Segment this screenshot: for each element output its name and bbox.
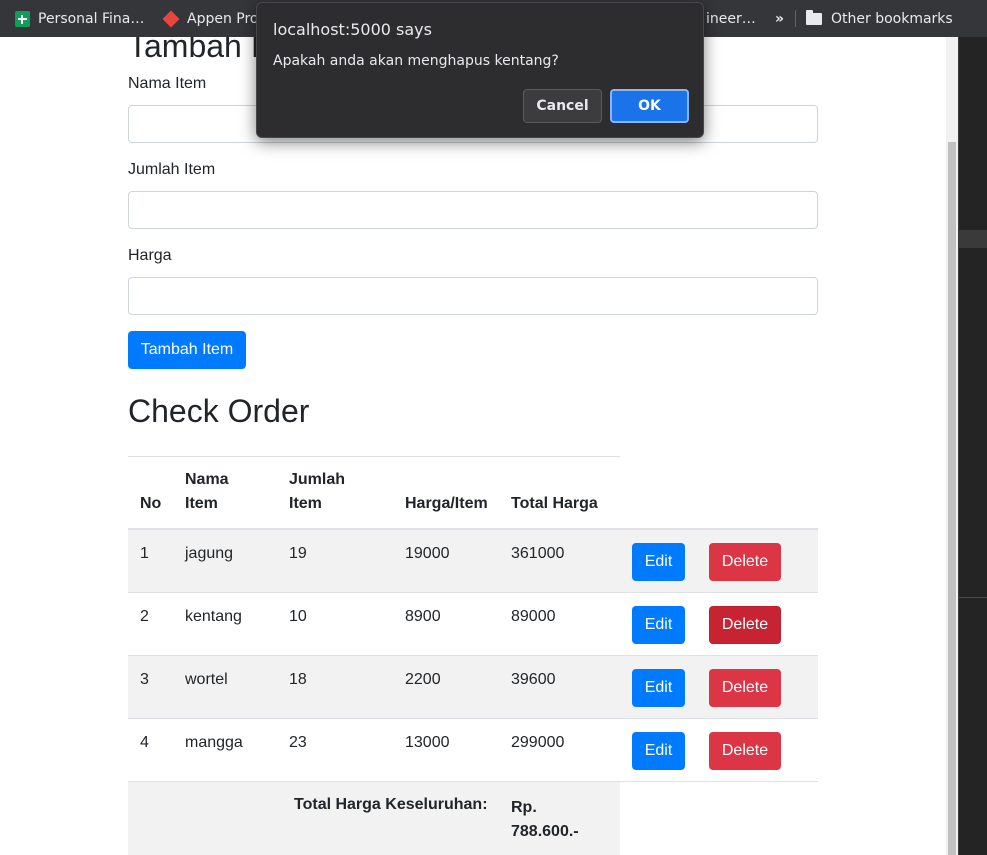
confirm-dialog: localhost:5000 says Apakah anda akan men… [256,2,704,138]
bookmark-label: Personal Fina… [38,10,145,27]
table-row: 4 mangga 23 13000 299000 Edit Delete [128,719,818,782]
table-row: 3 wortel 18 2200 39600 Edit Delete [128,656,818,719]
cell-harga: 8900 [405,608,441,625]
bookmark-label: ineer… [706,10,756,27]
header-total-harga: Total Harga [511,495,598,512]
cell-nama: mangga [185,734,243,751]
page-scrollbar[interactable] [946,37,958,855]
dialog-ok-button[interactable]: OK [610,89,689,123]
header-jumlah-line2: Item [289,495,322,512]
table-row: 1 jagung 19 19000 361000 Edit Delete [128,530,818,593]
page-content: Tambah I Nama Item Jumlah Item Harga Tam… [0,37,946,855]
bookmark-personal-finance[interactable]: Personal Fina… [15,0,144,37]
sheets-icon [15,10,30,27]
header-nama-line1: Nama [185,471,229,488]
grand-total-row: Total Harga Keseluruhan: Rp. 788.600.- [128,782,620,855]
cell-nama: jagung [185,545,234,562]
devtools-strip [959,230,987,248]
jumlah-item-label: Jumlah Item [128,161,216,178]
jumlah-item-input[interactable] [128,191,818,229]
appen-icon [162,10,180,27]
harga-input[interactable] [128,277,818,315]
cell-total: 39600 [511,671,556,688]
grand-total-amount: 788.600.- [511,823,579,840]
cell-no: 3 [140,671,149,688]
dialog-message: Apakah anda akan menghapus kentang? [273,53,559,69]
edit-button[interactable]: Edit [632,669,685,707]
header-jumlah-line1: Jumlah [289,471,346,488]
header-no: No [140,495,162,512]
chevron-double-right-icon: » [775,10,785,27]
header-harga-item: Harga/Item [405,495,488,512]
cell-jumlah: 19 [289,545,307,562]
bookmark-label: Appen Pro [187,10,259,27]
delete-button[interactable]: Delete [709,543,781,581]
dialog-cancel-button[interactable]: Cancel [523,89,602,123]
edit-button[interactable]: Edit [632,543,685,581]
dialog-title: localhost:5000 says [273,20,432,39]
devtools-divider [959,597,987,598]
header-nama-line2: Item [185,495,218,512]
delete-button[interactable]: Delete [709,669,781,707]
cell-no: 1 [140,545,149,562]
cell-harga: 2200 [405,671,441,688]
cell-harga: 13000 [405,734,450,751]
cell-nama: kentang [185,608,242,625]
scrollbar-thumb[interactable] [948,142,956,855]
delete-button[interactable]: Delete [709,732,781,770]
table-row: 2 kentang 10 8900 89000 Edit Delete [128,593,818,656]
cell-total: 361000 [511,545,565,562]
cell-total: 89000 [511,608,556,625]
nama-item-label: Nama Item [128,75,207,92]
grand-total-value: Rp. 788.600.- [511,796,601,844]
bookmark-other-folder[interactable]: Other bookmarks [806,0,953,37]
check-order-title: Check Order [128,393,310,429]
grand-total-currency: Rp. [511,799,537,816]
tambah-item-button[interactable]: Tambah Item [128,331,246,369]
bookmark-label: Other bookmarks [831,10,953,27]
bookmarks-divider [795,10,796,27]
table-top-border [128,456,620,457]
harga-label: Harga [128,247,172,264]
devtools-panel-edge [958,37,987,855]
delete-button[interactable]: Delete [709,606,781,644]
folder-icon [806,9,822,25]
cell-nama: wortel [185,671,228,688]
bookmark-engineer[interactable]: ineer… [706,0,756,37]
form-title: Tambah I [128,37,260,64]
cell-jumlah: 18 [289,671,307,688]
cell-no: 4 [140,734,149,751]
edit-button[interactable]: Edit [632,732,685,770]
cell-total: 299000 [511,734,565,751]
grand-total-label: Total Harga Keseluruhan: [294,796,488,813]
bookmark-appen[interactable]: Appen Pro [162,0,259,37]
cell-jumlah: 23 [289,734,307,751]
cell-harga: 19000 [405,545,450,562]
cell-jumlah: 10 [289,608,307,625]
cell-no: 2 [140,608,149,625]
bookmarks-overflow-button[interactable]: » [775,0,784,37]
edit-button[interactable]: Edit [632,606,685,644]
